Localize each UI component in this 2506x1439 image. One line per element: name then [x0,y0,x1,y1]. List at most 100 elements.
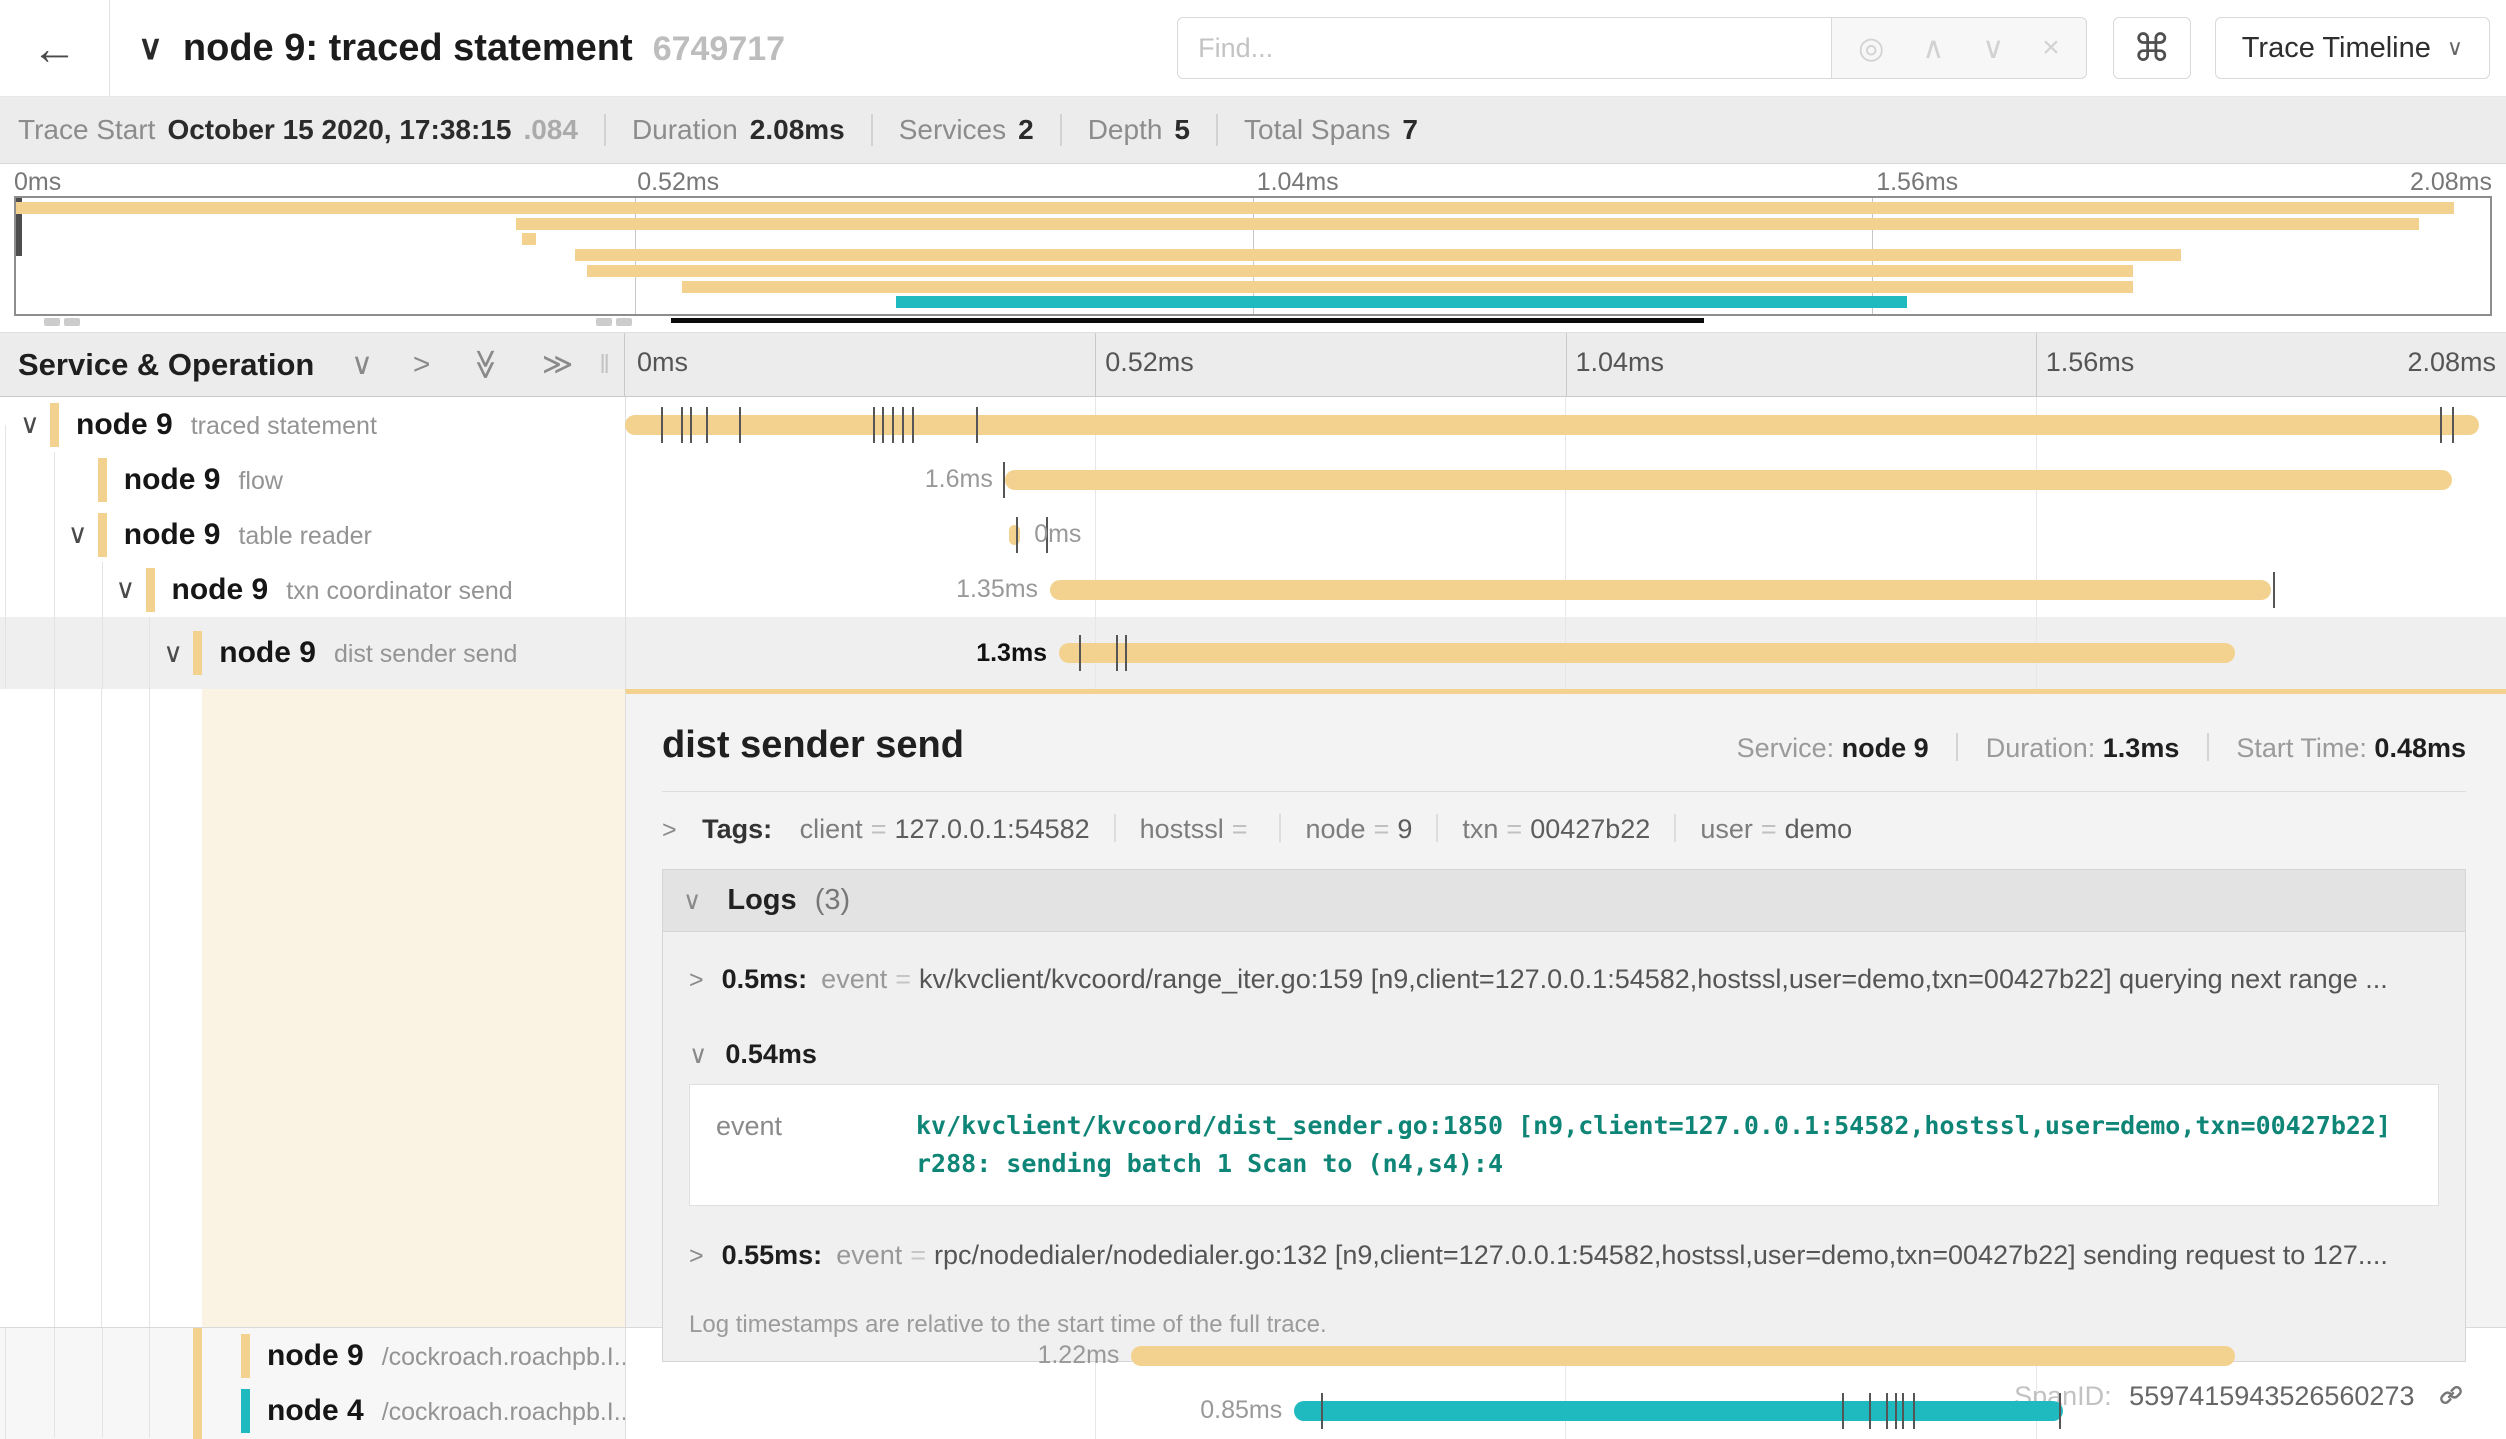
span-tree-cell[interactable]: node 4/cockroach.roachpb.I... [0,1383,625,1438]
log-marker-tick [2273,572,2275,608]
tree-guide-line [102,617,103,689]
clear-search-icon[interactable]: × [2042,31,2060,65]
span-service-name[interactable]: node 9txn coordinator send [172,562,513,617]
span-tree-cell[interactable]: ∨ node 9dist sender send [0,617,625,689]
span-timeline-cell[interactable]: 1.3ms [625,617,2506,689]
span-color-bar [146,568,155,612]
tree-guide-line [54,1328,55,1383]
span-color-bar [241,1389,250,1433]
collapse-trace-icon[interactable]: ∨ [138,28,163,68]
span-timeline-cell[interactable]: 0ms [625,507,2506,562]
scrubber-grip[interactable] [64,318,80,326]
scrubber-grip[interactable] [596,318,612,326]
expand-one-icon[interactable]: > [413,348,431,382]
prev-result-icon[interactable]: ∧ [1922,31,1944,66]
span-tree-cell[interactable]: node 9flow [0,452,625,507]
span-expander-icon[interactable]: ∨ [68,507,88,562]
span-service-name[interactable]: node 9/cockroach.roachpb.I... [267,1328,625,1383]
services-value: 2 [1018,114,1034,146]
span-timeline-cell[interactable]: 1.22ms [625,1328,2506,1383]
tag-item: hostssl= [1140,814,1256,844]
span-service-name[interactable]: node 9flow [124,452,283,507]
tags-row[interactable]: > Tags: client=127.0.0.1:54582hostssl=no… [662,814,2466,845]
span-expander-icon[interactable]: ∨ [20,397,40,452]
collapse-all-icon[interactable]: ≫ [469,349,504,380]
equals-sign: = [1232,814,1248,844]
duration-label: Duration: [1986,733,2096,763]
ruler-gridline [1566,333,1567,396]
span-service-name[interactable]: node 9table reader [124,507,372,562]
log-marker-tick [681,407,683,443]
span-timeline-cell[interactable]: 0.85ms [625,1383,2506,1438]
span-duration-bar[interactable] [1294,1401,2063,1421]
span-duration-bar[interactable] [1005,470,2452,490]
timeline-view-range-indicator[interactable] [671,318,1704,323]
minimap[interactable] [14,196,2492,316]
find-input[interactable] [1177,17,1832,79]
span-duration-bar[interactable] [1050,580,2271,600]
log-entry[interactable]: >0.55ms:event=rpc/nodedialer/nodedialer.… [663,1216,2465,1295]
divider [1114,814,1116,842]
span-timeline-cell[interactable]: 1.6ms [625,452,2506,507]
span-tree-cell[interactable]: ∨ node 9traced statement [0,397,625,452]
expand-all-icon[interactable]: ≫ [542,347,573,382]
span-duration-bar[interactable] [1059,643,2235,663]
span-duration-bar[interactable] [1131,1346,2234,1366]
log-entry-expanded-header[interactable]: ∨0.54ms [663,1019,2465,1084]
span-detail-panel: dist sender send Service: node 9 Duratio… [625,689,2506,1327]
log-entry[interactable]: >0.5ms:event=kv/kvclient/kvcoord/range_i… [663,940,2465,1019]
back-button[interactable]: ← [0,0,110,96]
span-service-name[interactable]: node 9traced statement [76,397,377,452]
collapse-one-icon[interactable]: ∨ [351,347,373,382]
logs-count: (3) [815,884,850,916]
span-duration-label: 1.35ms [956,562,1038,617]
log-marker-tick [706,407,708,443]
span-tree-cell[interactable]: ∨ node 9txn coordinator send [0,562,625,617]
span-tree-cell[interactable]: ∨ node 9table reader [0,507,625,562]
log-marker-tick [1016,517,1018,553]
ruler-gridline [1095,333,1096,396]
depth-label: Depth [1088,114,1163,146]
keyboard-shortcuts-button[interactable]: ⌘ [2113,17,2191,79]
span-operation-name: txn coordinator send [286,577,513,605]
view-selector-label: Trace Timeline [2242,32,2431,65]
span-row: node 9flow 1.6ms [0,452,2506,507]
minimap-span-bar [575,249,2181,261]
ruler-gridline [2036,333,2037,396]
minimap-span-bar [522,233,536,245]
log-marker-tick [1003,462,1005,498]
locate-icon[interactable]: ◎ [1858,31,1884,66]
equals-sign: = [871,814,887,844]
find-bar: ◎ ∧ ∨ × [1177,17,2087,79]
log-timestamp: 0.55ms: [722,1240,823,1270]
minimap-axis-tick: 1.56ms [1876,168,1958,197]
span-timeline-cell[interactable]: 1.35ms [625,562,2506,617]
tag-value: 9 [1397,814,1412,844]
total-spans-value: 7 [1402,114,1418,146]
scrubber-grip[interactable] [44,318,60,326]
logs-title: Logs [727,884,796,916]
chevron-right-icon: > [689,966,704,994]
logs-header[interactable]: ∨ Logs (3) [663,870,2465,932]
span-tree-cell[interactable]: node 9/cockroach.roachpb.I... [0,1328,625,1383]
span-duration-label: 1.22ms [1037,1328,1119,1383]
log-marker-tick [2440,407,2442,443]
span-service-name[interactable]: node 9dist sender send [219,617,517,689]
scrubber-grip[interactable] [616,318,632,326]
minimap-axis-tick: 1.04ms [1257,168,1339,197]
next-result-icon[interactable]: ∨ [1982,31,2004,66]
column-resize-handle[interactable]: ‖ [599,349,610,380]
tag-key: user [1700,814,1753,844]
start-time-value: 0.48ms [2374,733,2466,763]
log-marker-tick [882,407,884,443]
span-timeline-cell[interactable] [625,397,2506,452]
span-service-name[interactable]: node 4/cockroach.roachpb.I... [267,1383,625,1438]
span-expander-icon[interactable]: ∨ [163,617,183,689]
timeline-ruler: 0ms0.52ms1.04ms1.56ms2.08ms [625,333,2506,396]
equals-sign: = [1506,814,1522,844]
trace-view: ← ∨ node 9: traced statement 6749717 ◎ ∧… [0,0,2506,1439]
command-icon: ⌘ [2133,26,2171,71]
log-marker-tick [1842,1393,1844,1429]
trace-view-selector[interactable]: Trace Timeline ∨ [2215,17,2490,79]
span-expander-icon[interactable]: ∨ [116,562,136,617]
